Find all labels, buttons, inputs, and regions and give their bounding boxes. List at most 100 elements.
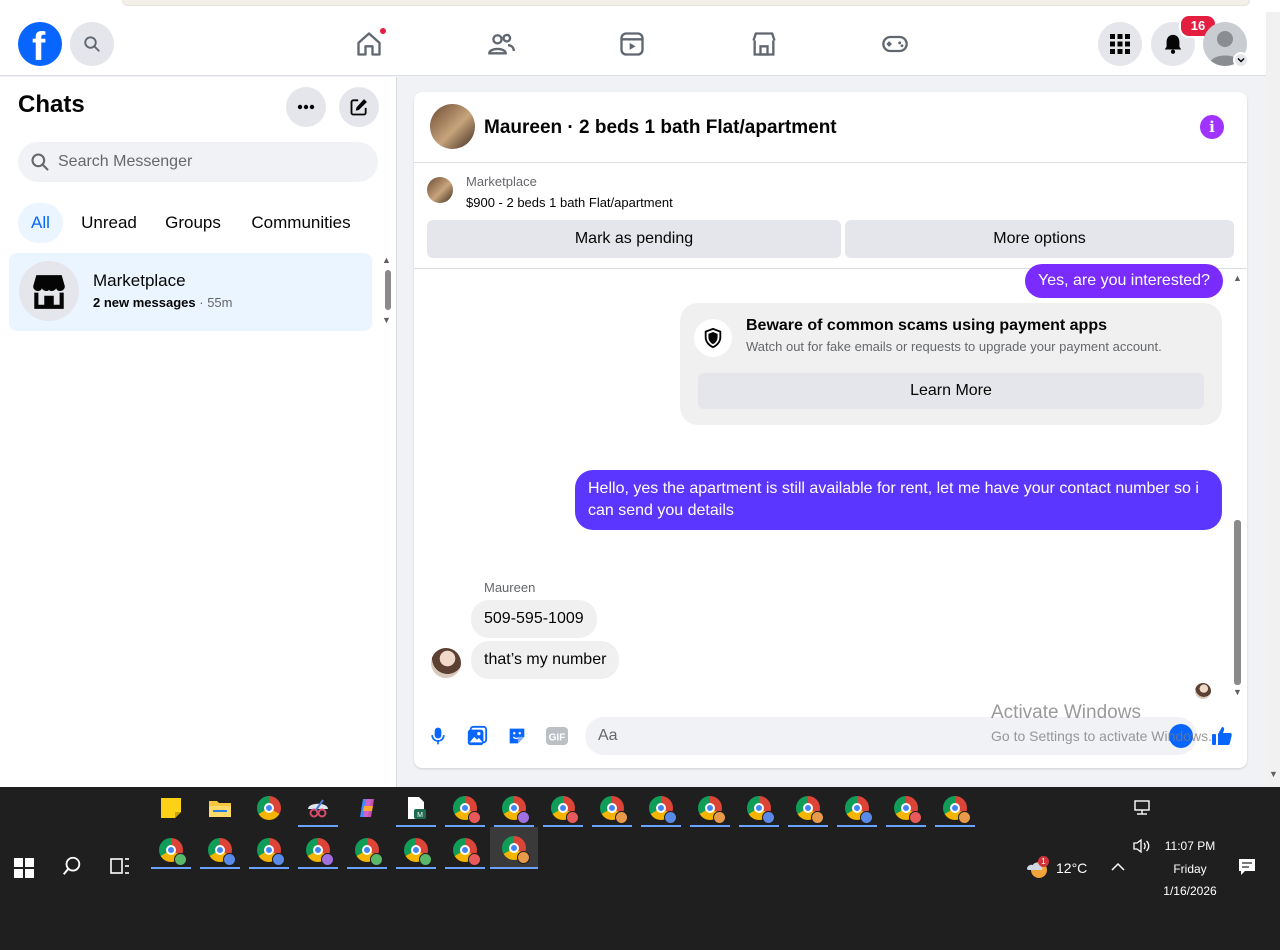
taskbar-file-explorer[interactable] [200,789,240,827]
nav-gaming[interactable] [875,26,915,62]
message-input[interactable]: Aa [585,717,1197,755]
taskbar-chrome-profile[interactable] [494,789,534,827]
tab-groups[interactable]: Groups [157,203,229,243]
chat-bubble-icon [1239,859,1255,875]
thread-scrollbar-thumb[interactable] [1234,520,1241,685]
nav-friends[interactable] [481,26,521,62]
chrome-icon [453,796,481,824]
chat-options-button[interactable] [286,87,326,127]
windows-start-icon[interactable] [14,858,34,878]
taskbar-chrome-profile[interactable] [690,789,730,827]
outgoing-message[interactable]: Hello, yes the apartment is still availa… [575,470,1222,530]
conversation-title[interactable]: Maureen · 2 beds 1 bath Flat/apartment [484,117,837,139]
chrome-icon [208,838,236,866]
learn-more-button[interactable]: Learn More [698,373,1204,409]
taskbar-copilot[interactable] [347,789,387,827]
sticker-icon [509,728,525,744]
listing-thumbnail[interactable] [427,177,453,203]
listing-avatar[interactable] [430,104,475,149]
taskbar-chrome-profile[interactable] [200,831,240,869]
sidebar-scrollbar-thumb[interactable] [385,270,391,310]
sidebar-scroll-down-arrow[interactable]: ▼ [382,315,391,325]
search-facebook-button[interactable] [70,22,114,66]
volume-tray-button[interactable] [1122,827,1162,865]
tab-all[interactable]: All [18,203,63,243]
clock-time[interactable]: 11:07 PM [1160,839,1220,853]
taskbar-search-button[interactable] [52,847,92,885]
voice-clip-button[interactable] [426,724,450,748]
taskbar-chrome-profile[interactable] [249,831,289,869]
chrome-icon [600,796,628,824]
taskbar-sticky-notes[interactable] [151,789,191,827]
taskbar-chrome-profile[interactable] [151,831,191,869]
incoming-message[interactable]: that’s my number [471,641,620,679]
taskbar-chrome-profile[interactable] [298,831,338,869]
sender-avatar[interactable] [431,648,461,678]
menu-button[interactable] [1098,22,1142,66]
account-menu-caret[interactable] [1233,52,1249,68]
page-scroll-down-arrow[interactable]: ▼ [1269,769,1278,779]
facebook-logo[interactable]: f [18,22,62,69]
info-icon[interactable]: i [1200,115,1224,139]
chrome-icon [747,796,775,824]
chats-sidebar: Chats Search Messenger All Unread Groups… [0,77,397,787]
tab-unread[interactable]: Unread [74,203,144,243]
search-placeholder: Search Messenger [58,153,193,170]
chat-preview-text: 2 new messages [93,295,196,310]
task-view-icon [110,858,129,874]
taskbar-chrome-profile[interactable] [347,831,387,869]
taskbar-chrome-profile[interactable] [739,789,779,827]
chrome-icon [159,838,187,866]
chat-time: 55m [207,295,233,310]
taskbar-chrome-profile[interactable] [788,789,828,827]
taskbar-chrome-profile[interactable] [396,831,436,869]
thread-scroll-down-arrow[interactable]: ▼ [1233,687,1242,697]
nav-video[interactable] [612,26,652,62]
more-options-button[interactable]: More options [845,220,1234,258]
listing-detail[interactable]: $900 - 2 beds 1 bath Flat/apartment [466,195,673,210]
taskbar-chrome[interactable] [249,789,289,827]
taskbar-chrome-profile[interactable] [543,789,583,827]
clock-date[interactable]: 1/16/2026 [1156,884,1224,898]
outgoing-message[interactable]: Yes, are you interested? [1025,264,1223,298]
incoming-message[interactable]: 509-595-1009 [471,600,597,638]
emoji-icon[interactable] [1169,724,1193,748]
chrome-icon [502,796,530,824]
chevron-down-icon [1237,57,1245,63]
home-icon [357,32,381,56]
nav-marketplace[interactable] [744,26,784,62]
thumbs-up-icon[interactable] [1210,724,1234,748]
taskbar-snipping-tool[interactable] [298,789,338,827]
taskbar-document-app[interactable]: M [396,789,436,827]
taskbar-chrome-profile[interactable] [886,789,926,827]
network-tray-button[interactable] [1122,789,1162,827]
gif-button[interactable]: GIF [545,724,569,748]
taskbar-chrome-profile[interactable] [445,789,485,827]
temperature[interactable]: 12°C [1056,860,1087,876]
chrome-icon [257,838,285,866]
taskbar-chrome-profile[interactable] [445,831,485,869]
attach-media-button[interactable] [465,724,489,748]
compose-icon [350,99,367,116]
clock-day[interactable]: Friday [1160,862,1220,876]
mark-as-pending-button[interactable]: Mark as pending [427,220,841,258]
page-scrollbar[interactable]: ▼ [1266,12,1280,787]
taskbar-chrome-profile-active[interactable] [490,827,538,869]
tab-communities[interactable]: Communities [242,203,360,243]
task-view-button[interactable] [100,847,140,885]
notification-center-button[interactable] [1227,848,1267,886]
search-messenger-input[interactable]: Search Messenger [18,142,378,182]
chrome-icon [894,796,922,824]
taskbar-chrome-profile[interactable] [592,789,632,827]
chat-list-item-marketplace[interactable]: Marketplace 2 new messages · 55m [9,253,372,331]
taskbar-chrome-profile[interactable] [935,789,975,827]
taskbar-chrome-profile[interactable] [837,789,877,827]
chrome-icon [355,838,383,866]
message-thread: Yes, are you interested? Beware of commo… [414,264,1247,699]
sticker-button[interactable] [505,724,529,748]
sticky-notes-icon [161,798,181,818]
taskbar-chrome-profile[interactable] [641,789,681,827]
sidebar-scroll-up-arrow[interactable]: ▲ [382,255,391,265]
thread-scroll-up-arrow[interactable]: ▲ [1233,273,1242,283]
new-message-button[interactable] [339,87,379,127]
